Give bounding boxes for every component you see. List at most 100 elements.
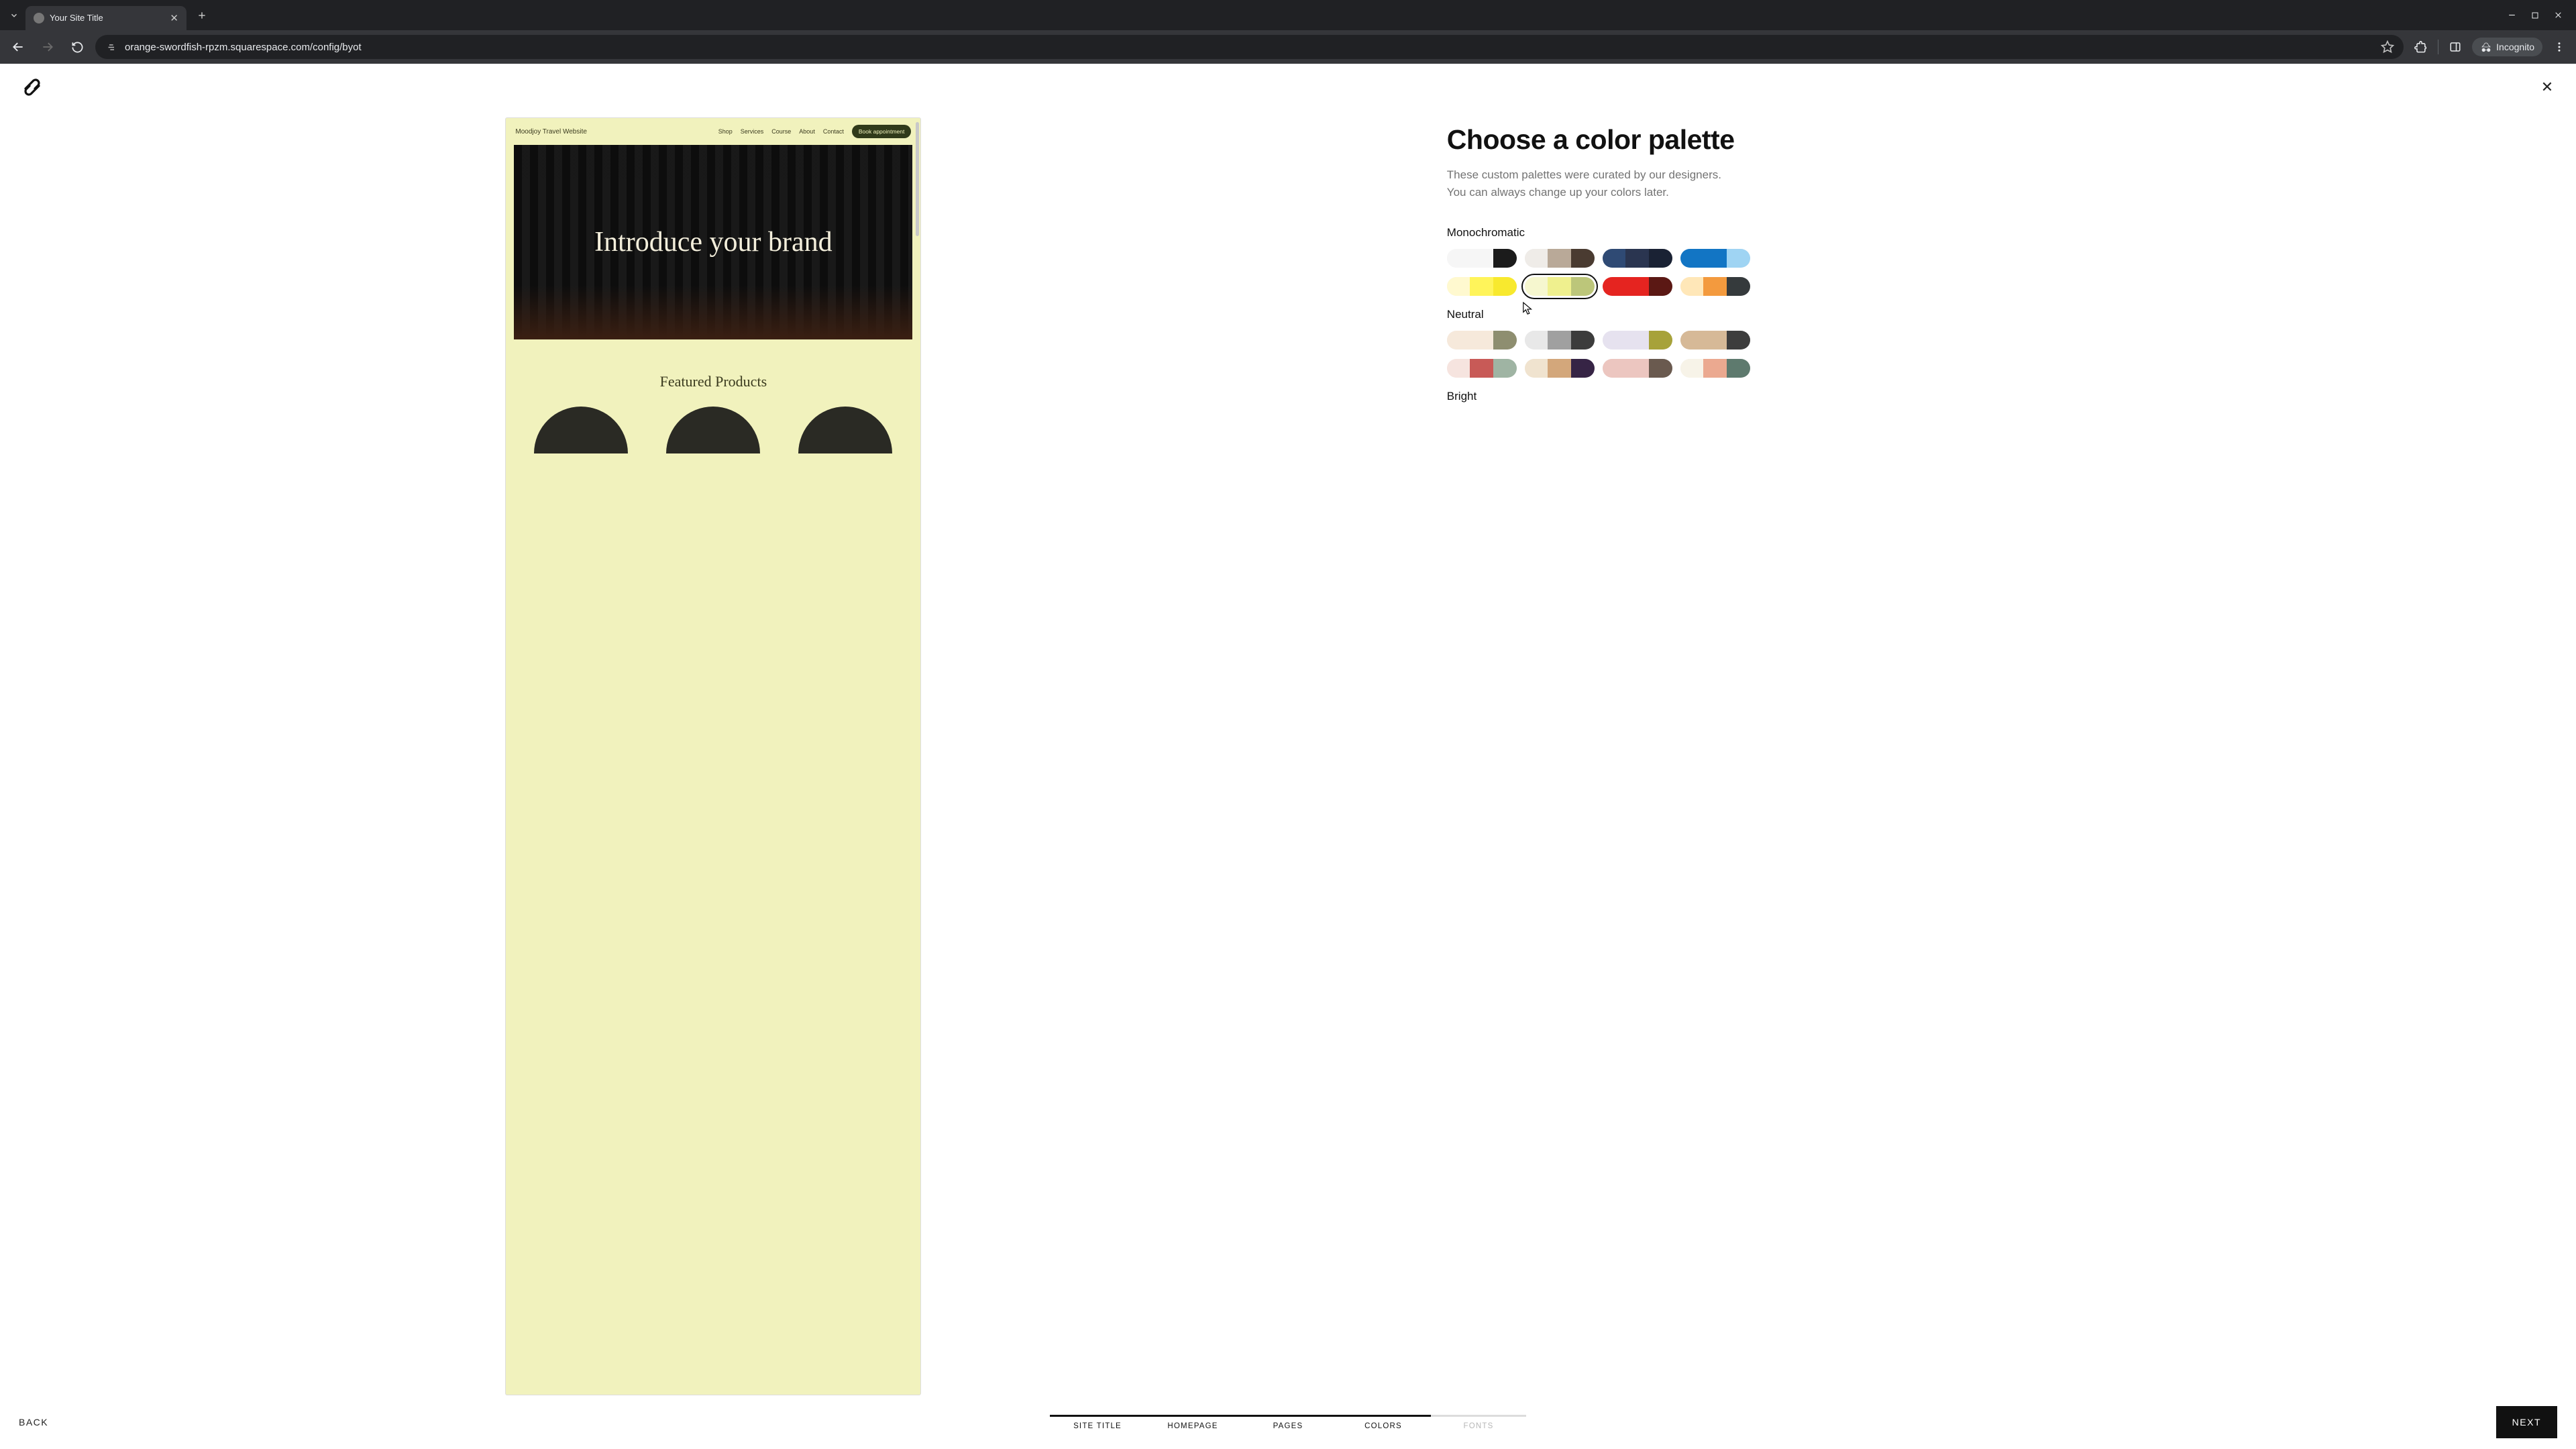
palette-picker-panel: Choose a color palette These custom pale… [1340,111,2576,1395]
window-close-icon[interactable] [2554,11,2563,19]
wizard-step-pages[interactable]: PAGES [1240,1415,1336,1430]
incognito-label: Incognito [2496,42,2534,52]
swatch-color [1680,331,1704,350]
wizard-footer: BACK SITE TITLEHOMEPAGEPAGESCOLORSFONTS … [0,1395,2576,1449]
swatch-color [1703,277,1727,296]
palette-swatch-mono-taupe[interactable] [1525,249,1595,268]
swatch-color [1571,249,1595,268]
incognito-chip[interactable]: Incognito [2472,38,2542,56]
step-progress-line [1240,1415,1336,1417]
forward-icon [36,36,59,58]
page-content: ✕ Moodjoy Travel Website Shop Services C… [0,64,2576,1449]
step-progress-line [1336,1415,1431,1417]
maximize-icon[interactable] [2531,11,2539,19]
url-text: orange-swordfish-rpzm.squarespace.com/co… [125,42,2374,53]
step-label: FONTS [1431,1422,1526,1430]
preview-section-2: Featured Products [506,339,920,463]
swatch-color [1548,359,1571,378]
site-preview-panel: Moodjoy Travel Website Shop Services Cou… [0,111,1340,1395]
picker-subtitle: These custom palettes were curated by ou… [1447,166,1735,202]
palette-swatch-mono-blue[interactable] [1680,249,1750,268]
palette-swatch-mono-chartreuse[interactable] [1525,277,1595,296]
palette-swatch-neu-7[interactable] [1603,359,1672,378]
preview-product-thumb [534,407,628,453]
minimize-icon[interactable] [2508,11,2516,19]
palette-swatch-neu-5[interactable] [1447,359,1517,378]
swatch-color [1548,277,1571,296]
preview-nav: Shop Services Course About Contact Book … [718,125,912,138]
bookmark-star-icon[interactable] [2381,40,2394,54]
back-button[interactable]: BACK [19,1417,48,1428]
palette-swatch-neu-8[interactable] [1680,359,1750,378]
preview-product-thumb [666,407,760,453]
browser-tab[interactable]: Your Site Title ✕ [25,6,186,30]
wizard-step-colors[interactable]: COLORS [1336,1415,1431,1430]
swatch-color [1649,249,1672,268]
squarespace-logo-icon[interactable] [19,74,46,101]
url-bar[interactable]: orange-swordfish-rpzm.squarespace.com/co… [95,35,2404,59]
palette-swatch-neu-6[interactable] [1525,359,1595,378]
palette-swatch-mono-bw[interactable] [1447,249,1517,268]
swatch-color [1603,331,1626,350]
step-label: HOMEPAGE [1145,1422,1240,1430]
step-progress-line [1050,1415,1145,1417]
preview-hero: Introduce your brand [514,145,912,339]
swatch-color [1525,277,1548,296]
reload-icon[interactable] [66,36,89,58]
browser-toolbar: orange-swordfish-rpzm.squarespace.com/co… [0,30,2576,64]
wizard-header: ✕ [0,64,2576,111]
swatch-color [1447,249,1470,268]
palette-swatch-neu-3[interactable] [1603,331,1672,350]
palette-swatch-mono-red[interactable] [1603,277,1672,296]
palette-swatch-mono-yellow[interactable] [1447,277,1517,296]
swatch-color [1703,331,1727,350]
step-progress-line [1145,1415,1240,1417]
swatch-color [1571,359,1595,378]
preview-nav-item: Contact [823,128,844,135]
wizard-close-icon[interactable]: ✕ [2537,77,2557,97]
swatch-color [1727,249,1750,268]
next-button[interactable]: NEXT [2496,1406,2557,1438]
swatch-color [1625,331,1649,350]
new-tab-button[interactable] [192,5,212,25]
palette-swatch-mono-orange[interactable] [1680,277,1750,296]
kebab-menu-icon[interactable] [2553,41,2565,53]
wizard-step-fonts[interactable]: FONTS [1431,1415,1526,1430]
swatch-color [1571,277,1595,296]
palette-swatch-neu-2[interactable] [1525,331,1595,350]
wizard-step-site-title[interactable]: SITE TITLE [1050,1415,1145,1430]
swatch-color [1680,249,1704,268]
preview-header: Moodjoy Travel Website Shop Services Cou… [506,118,920,145]
swatch-color [1447,277,1470,296]
step-label: COLORS [1336,1422,1431,1430]
palette-swatch-neu-1[interactable] [1447,331,1517,350]
preview-nav-item: Services [741,128,764,135]
wizard-step-homepage[interactable]: HOMEPAGE [1145,1415,1240,1430]
swatch-color [1470,359,1493,378]
palette-grid [1447,249,2536,296]
swatch-color [1727,277,1750,296]
preview-nav-item: Course [771,128,791,135]
swatch-color [1571,331,1595,350]
palette-grid [1447,331,2536,378]
preview-scrollbar[interactable] [916,122,919,236]
back-icon[interactable] [7,36,30,58]
swatch-color [1625,249,1649,268]
extensions-icon[interactable] [2414,41,2427,54]
swatch-color [1703,249,1727,268]
swatch-color [1493,277,1517,296]
sidepanel-icon[interactable] [2449,41,2461,53]
swatch-color [1649,359,1672,378]
tab-search-dropdown[interactable] [3,4,25,27]
palette-swatch-neu-4[interactable] [1680,331,1750,350]
swatch-color [1680,277,1704,296]
swatch-color [1470,277,1493,296]
tab-close-icon[interactable]: ✕ [170,12,178,24]
swatch-color [1649,331,1672,350]
step-label: PAGES [1240,1422,1336,1430]
swatch-color [1649,277,1672,296]
site-info-icon[interactable] [105,40,118,54]
palette-swatch-mono-navy[interactable] [1603,249,1672,268]
palette-group-title: Bright [1447,390,2536,403]
swatch-color [1470,249,1493,268]
